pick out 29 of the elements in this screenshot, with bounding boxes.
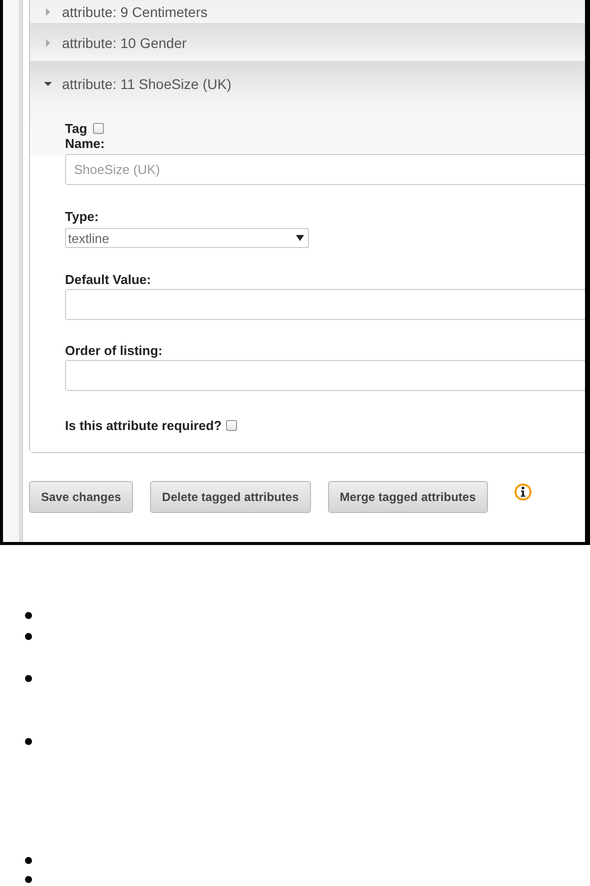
bullet-icon [25,612,32,619]
tag-label: Tag [65,121,88,136]
tag-checkbox[interactable] [93,123,104,134]
accordion-header[interactable]: attribute: 9 Centimeters [30,0,585,25]
bullet-icon [25,675,32,682]
required-checkbox[interactable] [226,420,237,431]
info-icon[interactable] [514,483,532,501]
action-button[interactable]: Merge tagged attributes [328,481,488,513]
default-value-label: Default Value: [65,272,152,287]
bullet-icon [25,633,32,640]
order-field[interactable] [65,360,585,391]
type-dropdown[interactable]: textline [65,228,309,248]
dropdown-arrow-icon [296,235,304,241]
order-label: Order of listing: [65,343,164,358]
name-label: Name: [65,136,106,151]
caret-down-icon [44,80,52,88]
action-button[interactable]: Save changes [29,481,134,513]
required-label: Is this attribute required? [65,418,222,433]
name-field[interactable]: ShoeSize (UK) [65,154,585,185]
bullet-icon [25,876,32,883]
caret-right-icon [44,8,52,16]
type-label: Type: [65,209,100,224]
action-button[interactable]: Delete tagged attributes [150,481,311,513]
caret-right-icon [44,39,52,47]
bullet-icon [25,857,32,864]
accordion-header[interactable]: attribute: 10 Gender [30,25,585,63]
accordion-header[interactable]: attribute: 11 ShoeSize (UK) [30,63,585,105]
bullet-icon [25,738,32,745]
default-value-field[interactable] [65,289,585,320]
